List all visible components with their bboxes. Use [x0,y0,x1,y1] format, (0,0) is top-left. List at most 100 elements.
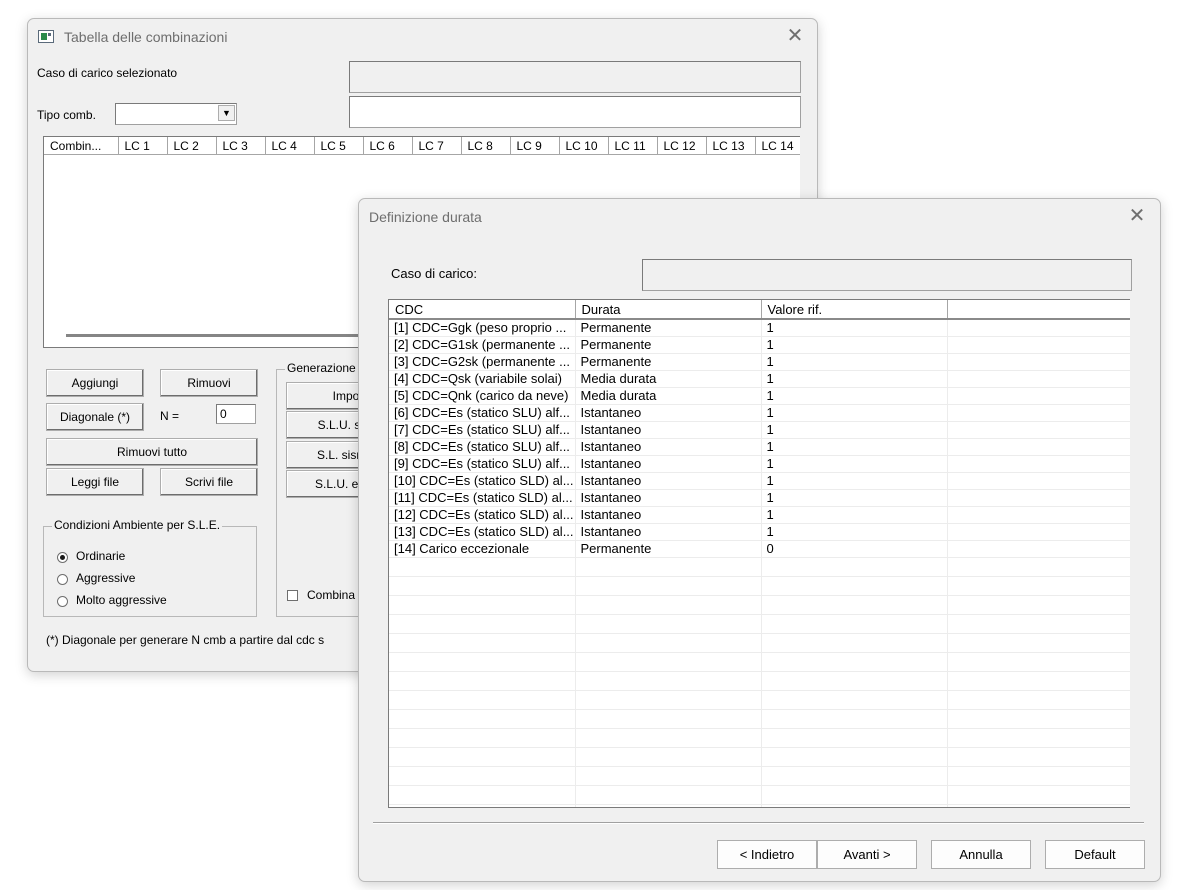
grid-header-cell[interactable]: LC 13 [706,137,756,155]
durata-cell: Istantaneo [575,506,762,524]
durata-window: Definizione durata ✕ Caso di carico: CDC… [358,198,1161,882]
valore-cell: 1 [761,438,948,456]
radio-ordinarie[interactable] [57,552,68,563]
durata-header-cell[interactable]: Valore rif. [761,300,948,320]
valore-cell: 1 [761,387,948,405]
tipo-comb-description [349,96,801,128]
durata-cell: Permanente [575,540,762,558]
durata-row[interactable]: [5] CDC=Qnk (carico da neve) Media durata… [389,387,1130,405]
case-value-field [642,259,1132,291]
grid-header-cell[interactable]: LC 10 [559,137,609,155]
cdc-cell: [10] CDC=Es (statico SLD) al... [389,472,576,490]
n-label: N = [160,409,180,423]
durata-row[interactable]: [8] CDC=Es (statico SLU) alf... Istantane… [389,438,1130,456]
grid-header-cell[interactable]: LC 1 [118,137,168,155]
durata-cell: Media durata [575,387,762,405]
grid-header-cell[interactable]: LC 4 [265,137,315,155]
tipo-comb-select[interactable]: ▼ [115,103,237,125]
window-title: Definizione durata [369,209,482,225]
valore-cell: 1 [761,455,948,473]
case-value-field [349,61,801,93]
durata-row[interactable]: [2] CDC=G1sk (permanente ... Permanente 1 [389,336,1130,354]
cdc-cell: [8] CDC=Es (statico SLU) alf... [389,438,576,456]
cdc-cell: [11] CDC=Es (statico SLD) al... [389,489,576,507]
durata-table[interactable]: CDC Durata Valore rif. [1] CDC=Ggk (peso p… [388,299,1130,808]
combinations-titlebar[interactable]: Tabella delle combinazioni ✕ [28,19,817,53]
grid-header-cell[interactable]: LC 11 [608,137,658,155]
valore-cell: 1 [761,506,948,524]
close-icon[interactable]: ✕ [1125,205,1149,229]
durata-cell: Istantaneo [575,455,762,473]
cdc-cell: [5] CDC=Qnk (carico da neve) [389,387,576,405]
grid-header-cell[interactable]: Combin... [44,137,119,155]
case-label: Caso di carico selezionato [37,66,178,80]
grid-header-cell[interactable]: LC 5 [314,137,364,155]
diagonale-button[interactable]: Diagonale (*) [46,403,144,431]
app-icon [38,30,54,43]
grid-header-cell[interactable]: LC 2 [167,137,217,155]
indietro-button[interactable]: < Indietro [717,840,817,869]
grid-header-cell[interactable]: LC 12 [657,137,707,155]
valore-cell: 0 [761,540,948,558]
window-title: Tabella delle combinazioni [64,29,228,45]
cdc-cell: [9] CDC=Es (statico SLU) alf... [389,455,576,473]
avanti-button[interactable]: Avanti > [817,840,917,869]
durata-cell: Istantaneo [575,472,762,490]
durata-titlebar[interactable]: Definizione durata ✕ [359,199,1160,233]
radio-molto-aggressive[interactable] [57,596,68,607]
combina-checkbox[interactable] [287,590,298,601]
durata-cell: Permanente [575,353,762,371]
valore-cell: 1 [761,523,948,541]
dropdown-arrow-icon[interactable]: ▼ [218,105,235,121]
close-icon[interactable]: ✕ [783,25,807,49]
grid-header-cell[interactable]: LC 14 [755,137,800,155]
grid-header-cell[interactable]: LC 6 [363,137,413,155]
grid-header-cell[interactable]: LC 8 [461,137,511,155]
rimuovi-button[interactable]: Rimuovi [160,369,258,397]
aggiungi-button[interactable]: Aggiungi [46,369,144,397]
durata-row[interactable]: [11] CDC=Es (statico SLD) al... Istantane… [389,489,1130,507]
leggi-file-button[interactable]: Leggi file [46,468,144,496]
durata-cell: Permanente [575,319,762,337]
default-button[interactable]: Default [1045,840,1145,869]
generation-group-title: Generazione [285,361,358,375]
grid-header-cell[interactable]: LC 3 [216,137,266,155]
durata-row[interactable]: [13] CDC=Es (statico SLD) al... Istantane… [389,523,1130,541]
durata-cell: Istantaneo [575,523,762,541]
durata-row[interactable]: [10] CDC=Es (statico SLD) al... Istantane… [389,472,1130,490]
environment-group: Condizioni Ambiente per S.L.E. Ordinarie… [43,518,257,617]
radio-aggressive[interactable] [57,574,68,585]
durata-cell: Permanente [575,336,762,354]
annulla-button[interactable]: Annulla [931,840,1031,869]
durata-header-cell[interactable]: CDC [389,300,576,320]
grid-header-cell[interactable]: LC 7 [412,137,462,155]
cdc-cell: [14] Carico eccezionale [389,540,576,558]
valore-cell: 1 [761,472,948,490]
durata-header-cell[interactable]: Durata [575,300,762,320]
grid-row[interactable] [44,173,800,175]
durata-row[interactable]: [9] CDC=Es (statico SLU) alf... Istantane… [389,455,1130,473]
case-label: Caso di carico: [391,266,477,281]
rimuovi-tutto-button[interactable]: Rimuovi tutto [46,438,258,466]
radio-aggressive-label: Aggressive [76,571,136,585]
cdc-cell: [4] CDC=Qsk (variabile solai) [389,370,576,388]
scrivi-file-button[interactable]: Scrivi file [160,468,258,496]
n-input[interactable]: 0 [216,404,256,424]
durata-cell: Istantaneo [575,421,762,439]
durata-row[interactable]: [3] CDC=G2sk (permanente ... Permanente 1 [389,353,1130,371]
durata-row[interactable]: [6] CDC=Es (statico SLU) alf... Istantane… [389,404,1130,422]
cdc-cell: [12] CDC=Es (statico SLD) al... [389,506,576,524]
footer-separator [373,822,1144,824]
valore-cell: 1 [761,336,948,354]
durata-row[interactable]: [4] CDC=Qsk (variabile solai) Media durat… [389,370,1130,388]
durata-row[interactable]: [14] Carico eccezionale Permanente 0 [389,540,1130,558]
durata-row[interactable]: [1] CDC=Ggk (peso proprio ... Permanente 1 [389,319,1130,337]
durata-cell: Istantaneo [575,489,762,507]
valore-cell: 1 [761,370,948,388]
grid-header-cell[interactable]: LC 9 [510,137,560,155]
durata-row[interactable]: [7] CDC=Es (statico SLU) alf... Istantane… [389,421,1130,439]
valore-cell: 1 [761,319,948,337]
durata-header-cell[interactable] [947,300,1130,320]
durata-row[interactable]: [12] CDC=Es (statico SLD) al... Istantane… [389,506,1130,524]
valore-cell: 1 [761,353,948,371]
